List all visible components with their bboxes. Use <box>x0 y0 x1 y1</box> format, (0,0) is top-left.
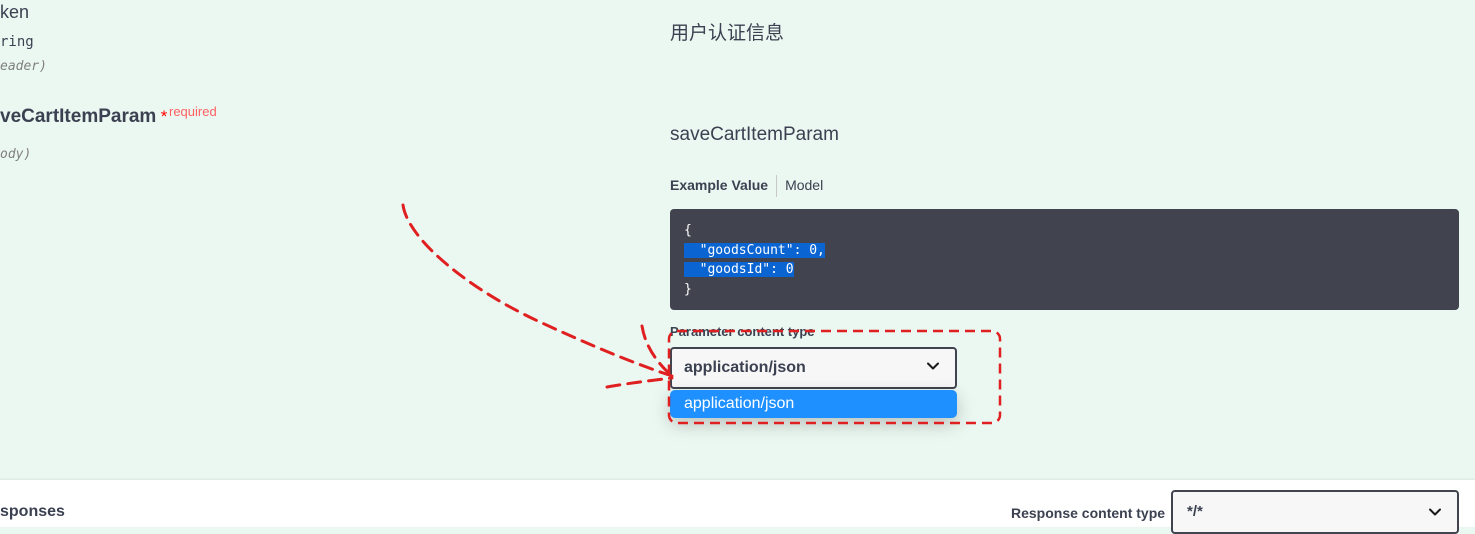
code-line: "goodsCount": 0, <box>684 241 1445 261</box>
code-line-selected: "goodsCount": 0, <box>684 242 825 258</box>
tab-model[interactable]: Model <box>777 175 831 195</box>
chevron-down-icon <box>1429 508 1441 516</box>
required-label: required <box>169 104 217 119</box>
required-star: * <box>160 107 168 126</box>
example-value-code[interactable]: { "goodsCount": 0, "goodsId": 0 } <box>670 209 1459 310</box>
code-line: } <box>684 281 692 297</box>
param-token-description: 用户认证信息 <box>670 23 785 44</box>
param-savecart-location: ody) <box>0 147 32 162</box>
responses-title: sponses <box>0 503 65 520</box>
dropdown-option-application-json[interactable]: application/json <box>670 390 957 418</box>
param-token-type: ring <box>0 34 34 50</box>
param-token-location: eader) <box>0 59 47 74</box>
example-model-tabs: Example Value Model <box>670 175 831 198</box>
response-content-type-label: Response content type <box>1011 505 1166 521</box>
param-savecart-description: saveCartItemParam <box>670 124 839 145</box>
response-content-type-value: */* <box>1187 503 1203 520</box>
code-line: { <box>684 223 692 238</box>
parameter-content-type-value: application/json <box>684 359 806 376</box>
param-token-name: ken <box>0 2 30 22</box>
annotation-arrow-tick <box>640 324 674 378</box>
response-content-type-select[interactable]: */* <box>1171 490 1459 534</box>
code-line-selected: "goodsId": 0 <box>684 262 794 277</box>
param-savecart-row: veCartItemParam * <box>0 106 167 128</box>
annotation-arrow-head <box>605 376 674 389</box>
param-savecart-name: veCartItemParam <box>0 106 157 127</box>
annotation-arrow-curve <box>401 203 674 378</box>
parameter-content-type-select[interactable]: application/json <box>670 347 957 389</box>
parameter-content-type-label: Parameter content type <box>670 324 815 339</box>
code-line: "goodsId": 0 <box>684 260 1445 280</box>
chevron-down-icon <box>927 362 939 370</box>
tab-example-value[interactable]: Example Value <box>670 175 776 195</box>
